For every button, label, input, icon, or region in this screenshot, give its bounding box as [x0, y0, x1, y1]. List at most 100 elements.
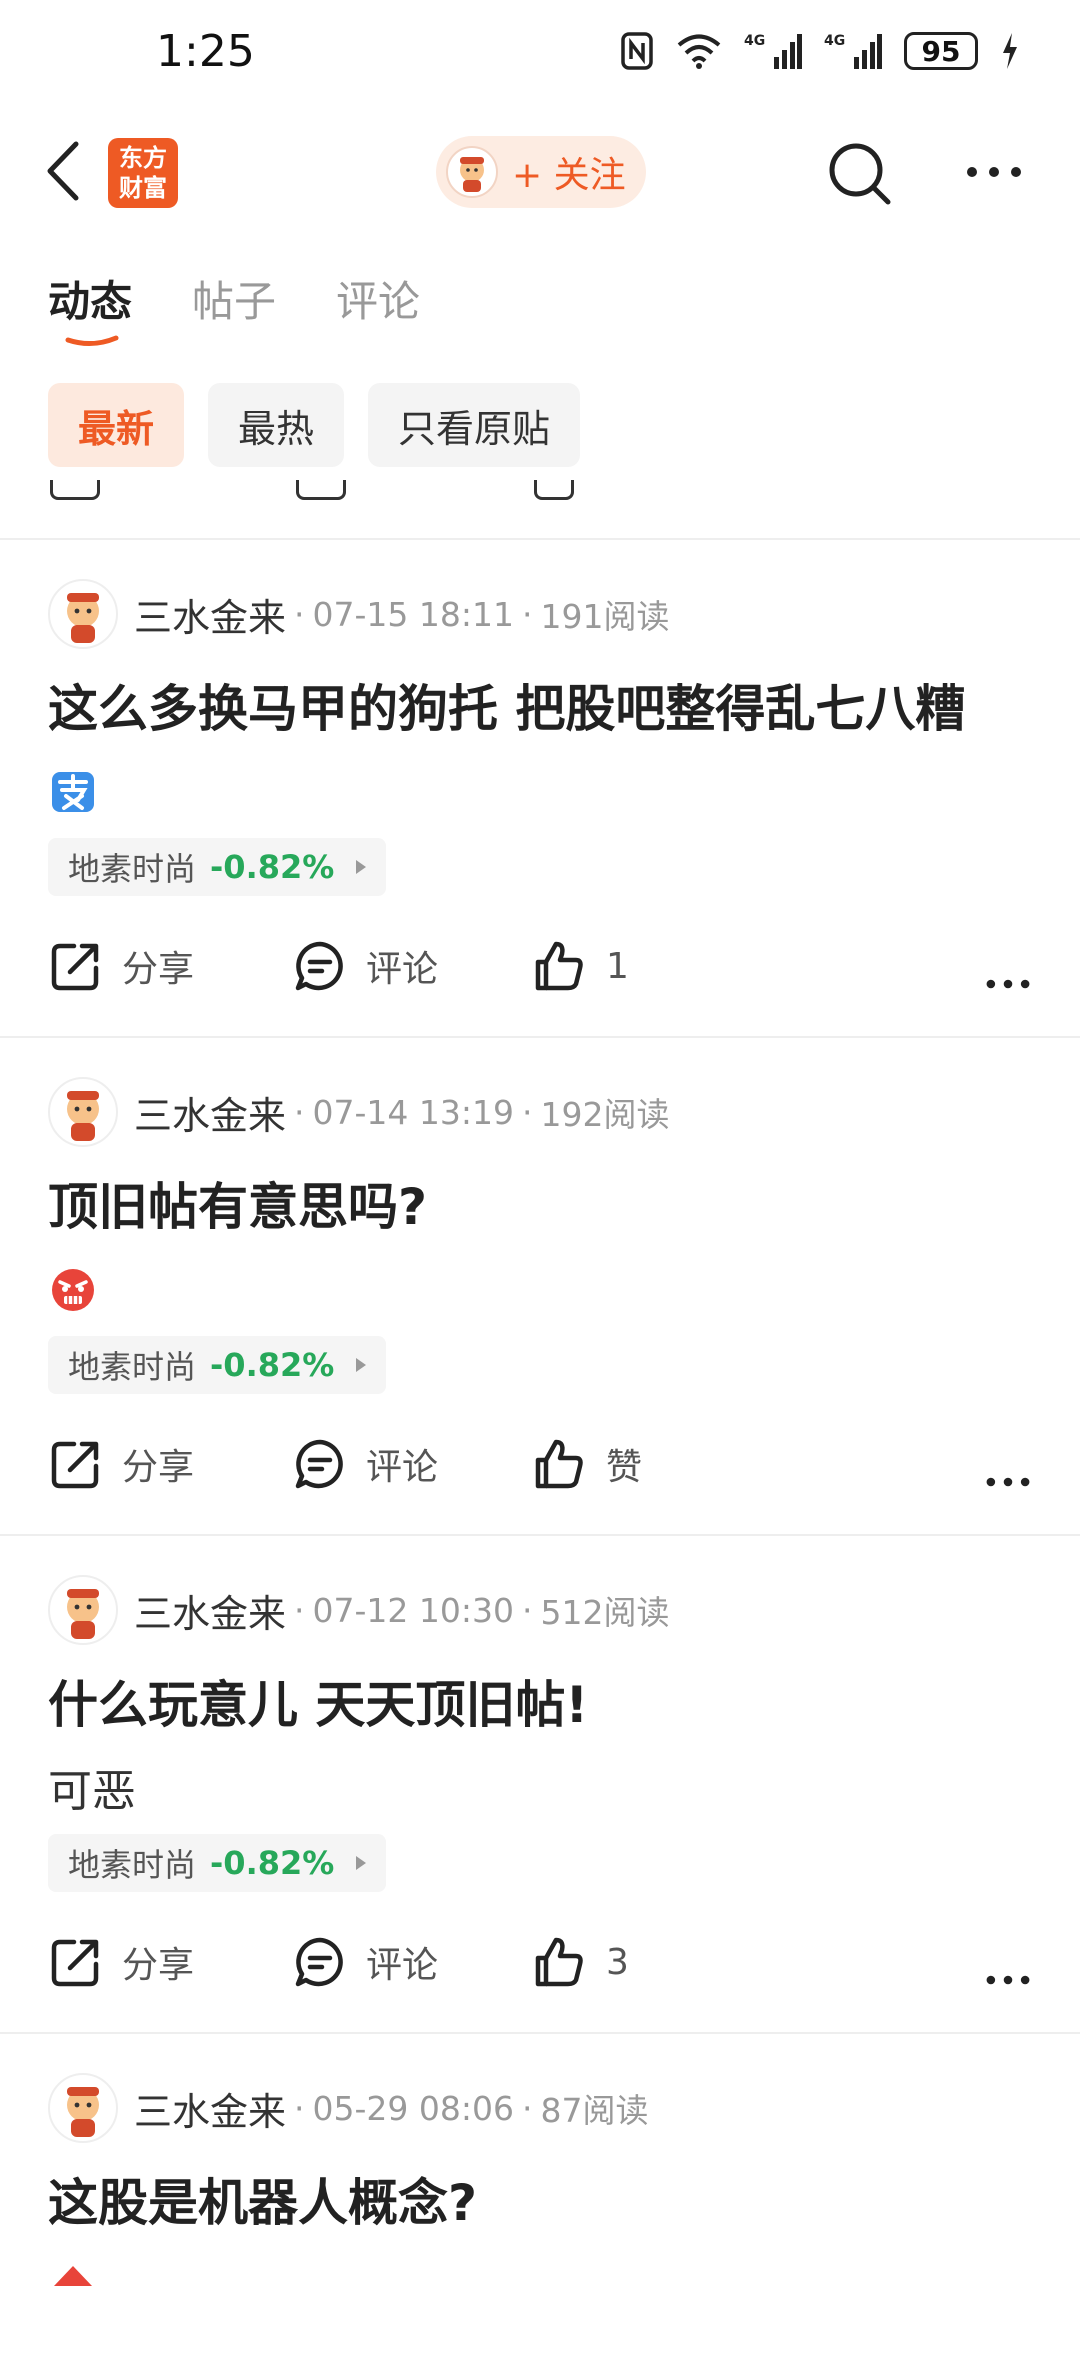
tab-comments[interactable]: 评论 — [336, 268, 420, 348]
share-button[interactable]: 分享 — [48, 936, 194, 996]
author-name[interactable]: 三水金来 — [134, 1085, 286, 1140]
tab-label: 帖子 — [192, 277, 277, 326]
charging-icon — [1003, 33, 1017, 69]
like-icon[interactable] — [534, 480, 574, 500]
stock-change: -0.82% — [210, 1346, 335, 1384]
filter-hottest[interactable]: 最热 — [208, 383, 345, 467]
eastmoney-logo[interactable]: 东方 财富 — [108, 138, 178, 208]
red-emoji-icon — [54, 2266, 92, 2286]
post-item[interactable]: 三水金来 · 07-15 18:11 · 191阅读 这么多换马甲的狗托 把股吧… — [0, 540, 1080, 1038]
comment-button[interactable]: 评论 — [292, 1434, 438, 1494]
previous-post-actions-partial — [0, 480, 1080, 540]
post-body-text: 可恶 — [48, 1766, 136, 1817]
meta-separator: · — [294, 1590, 305, 1630]
play-arrow-icon — [356, 1358, 367, 1372]
post-item[interactable]: 三水金来 · 05-29 08:06 · 87阅读 这股是机器人概念? — [0, 2034, 1080, 2322]
comment-button[interactable]: 评论 — [292, 936, 438, 996]
comment-label: 评论 — [366, 949, 439, 990]
post-body — [48, 754, 1032, 828]
author-name[interactable]: 三水金来 — [134, 2081, 286, 2136]
avatar[interactable] — [48, 1575, 118, 1645]
stock-tag[interactable]: 地素时尚 -0.82% — [48, 838, 387, 896]
tab-active-indicator — [65, 335, 119, 346]
play-arrow-icon — [356, 860, 367, 874]
post-date: 05-29 08:06 — [312, 2088, 514, 2128]
post-body — [48, 1252, 1032, 1326]
share-icon — [51, 1939, 99, 1987]
post-item[interactable]: 三水金来 · 07-12 10:30 · 512阅读 什么玩意儿 天天顶旧帖! … — [0, 1536, 1080, 2034]
back-arrow-icon[interactable] — [40, 136, 90, 206]
meta-separator: · — [294, 2088, 305, 2128]
comment-button[interactable]: 评论 — [292, 1932, 438, 1992]
post-actions: 分享 评论 3 — [48, 1892, 1032, 2032]
nfc-icon — [621, 32, 653, 70]
post-item[interactable]: 三水金来 · 07-14 13:19 · 192阅读 顶旧帖有意思吗? 地素时尚… — [0, 1038, 1080, 1536]
avatar[interactable] — [48, 2073, 118, 2143]
read-count: 192阅读 — [540, 1095, 670, 1134]
author-name[interactable]: 三水金来 — [134, 1583, 286, 1638]
comment-label: 评论 — [366, 1945, 439, 1986]
avatar[interactable] — [48, 579, 118, 649]
post-meta: 三水金来 · 07-15 18:11 · 191阅读 — [48, 578, 1032, 650]
like-button[interactable]: 1 — [532, 936, 629, 996]
search-icon[interactable] — [826, 140, 894, 208]
post-more-button[interactable] — [984, 954, 1032, 1014]
meta-separator: · — [522, 1590, 533, 1630]
wifi-icon — [677, 34, 721, 69]
network-label-1: 4G — [744, 33, 765, 49]
tab-label: 评论 — [336, 277, 421, 326]
post-title[interactable]: 什么玩意儿 天天顶旧帖! — [48, 1666, 1032, 1744]
share-label: 分享 — [122, 1447, 195, 1488]
post-more-button[interactable] — [984, 1452, 1032, 1512]
follow-avatar — [446, 146, 498, 198]
post-actions: 分享 评论 赞 — [48, 1394, 1032, 1534]
meta-separator: · — [294, 1092, 305, 1132]
battery-level: 95 — [921, 34, 961, 68]
filter-original-only[interactable]: 只看原贴 — [368, 383, 581, 467]
network-label-2: 4G — [824, 33, 845, 49]
share-icon[interactable] — [50, 480, 100, 500]
comment-icon — [295, 1439, 343, 1489]
battery-indicator: 95 — [904, 32, 978, 70]
post-date: 07-14 13:19 — [312, 1092, 514, 1132]
tab-dynamics[interactable]: 动态 — [48, 268, 132, 348]
follow-button[interactable]: + 关注 — [436, 136, 646, 208]
comment-icon[interactable] — [296, 480, 346, 500]
like-label: 赞 — [606, 1447, 643, 1488]
more-options-icon — [986, 979, 1030, 989]
more-options-icon — [986, 1975, 1030, 1985]
read-count: 87阅读 — [540, 2091, 649, 2130]
content-tabs: 动态 帖子 评论 — [48, 268, 420, 348]
share-button[interactable]: 分享 — [48, 1434, 194, 1494]
avatar[interactable] — [48, 1077, 118, 1147]
post-title[interactable]: 这么多换马甲的狗托 把股吧整得乱七八糟 — [48, 670, 1032, 748]
sell-emoji-icon — [52, 772, 94, 812]
like-button[interactable]: 3 — [532, 1932, 629, 1992]
stock-tag[interactable]: 地素时尚 -0.82% — [48, 1834, 387, 1892]
angry-face-emoji-icon — [52, 1269, 94, 1311]
like-count: 3 — [606, 1941, 629, 1983]
post-title[interactable]: 顶旧帖有意思吗? — [48, 1168, 1032, 1246]
post-meta: 三水金来 · 05-29 08:06 · 87阅读 — [48, 2072, 1032, 2144]
stock-name: 地素时尚 — [68, 850, 197, 888]
signal-icon: 4G — [744, 33, 802, 69]
more-options-icon[interactable] — [964, 162, 1024, 182]
share-label: 分享 — [122, 949, 195, 990]
thumbs-up-icon — [535, 941, 583, 991]
post-actions: 分享 评论 1 — [48, 896, 1032, 1036]
author-name[interactable]: 三水金来 — [134, 587, 286, 642]
share-button[interactable]: 分享 — [48, 1932, 194, 1992]
play-arrow-icon — [356, 1856, 367, 1870]
comment-label: 评论 — [366, 1447, 439, 1488]
filter-latest[interactable]: 最新 — [48, 383, 185, 467]
status-icons: 4G 4G 95 — [620, 26, 1020, 76]
post-body — [48, 2248, 1032, 2322]
like-button[interactable]: 赞 — [532, 1434, 642, 1494]
tab-posts[interactable]: 帖子 — [192, 268, 276, 348]
post-meta: 三水金来 · 07-14 13:19 · 192阅读 — [48, 1076, 1032, 1148]
meta-separator: · — [294, 594, 305, 634]
post-more-button[interactable] — [984, 1950, 1032, 2010]
post-title[interactable]: 这股是机器人概念? — [48, 2164, 1032, 2242]
meta-separator: · — [522, 2088, 533, 2128]
stock-tag[interactable]: 地素时尚 -0.82% — [48, 1336, 387, 1394]
